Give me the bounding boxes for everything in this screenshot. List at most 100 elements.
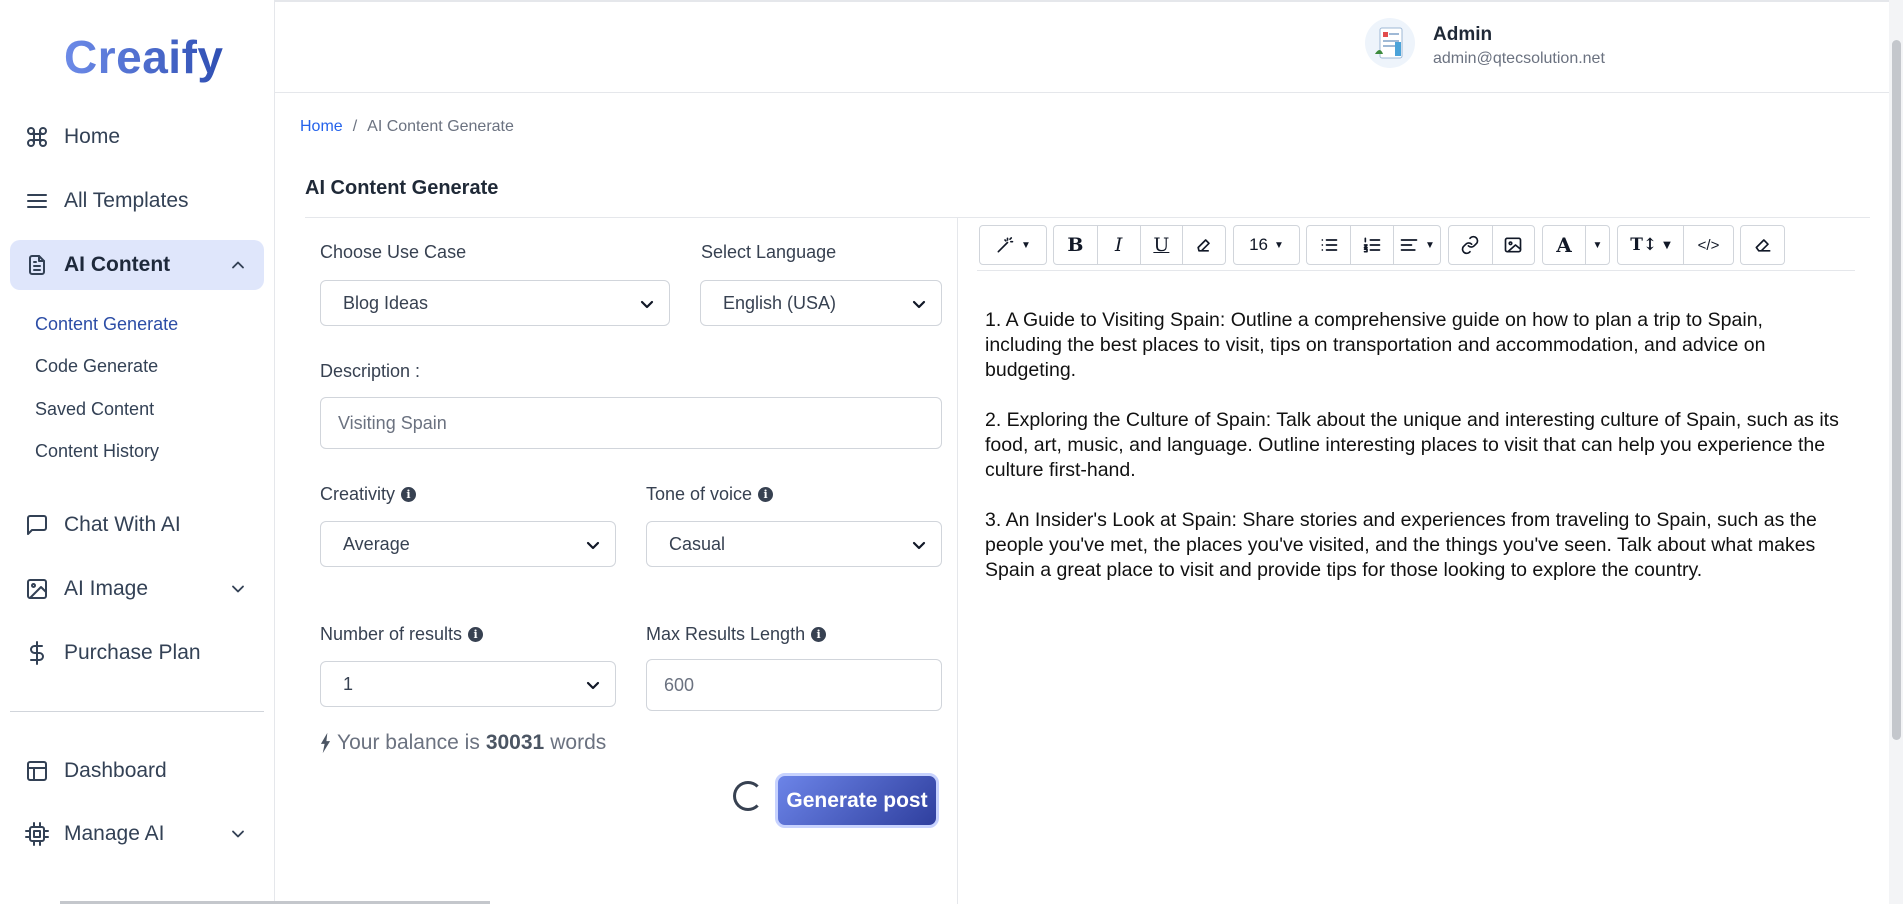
avatar[interactable] bbox=[1365, 18, 1415, 68]
breadcrumb: Home / AI Content Generate bbox=[300, 118, 514, 136]
tone-label-text: Tone of voice bbox=[646, 484, 753, 504]
align-button[interactable]: ▼ bbox=[1393, 226, 1440, 264]
sidebar-subitem-content-generate[interactable]: Content Generate bbox=[35, 314, 178, 335]
font-color-dropdown[interactable]: ▼ bbox=[1585, 226, 1609, 264]
text-style-button[interactable]: T↕ ▼ bbox=[1618, 226, 1683, 264]
toolbar-group-clear bbox=[1740, 225, 1785, 265]
max-length-label: Max Results Length i bbox=[646, 624, 827, 645]
sidebar-item-label: All Templates bbox=[64, 189, 189, 212]
breadcrumb-current: AI Content Generate bbox=[367, 118, 514, 135]
bullet-list-button[interactable] bbox=[1307, 226, 1350, 264]
breadcrumb-home-link[interactable]: Home bbox=[300, 118, 343, 135]
sidebar-item-all-templates[interactable]: All Templates bbox=[10, 176, 264, 226]
editor-paragraph: 2. Exploring the Culture of Spain: Talk … bbox=[985, 409, 1839, 481]
language-label: Select Language bbox=[701, 242, 837, 262]
results-value: 1 bbox=[343, 673, 354, 694]
language-select[interactable]: English (USA) bbox=[700, 280, 942, 326]
language-value: English (USA) bbox=[723, 292, 837, 313]
sidebar-item-chat-with-ai[interactable]: Chat With AI bbox=[10, 500, 264, 550]
column-divider bbox=[957, 218, 958, 904]
sidebar: Creaify Home All Templates AI Content Co… bbox=[0, 0, 275, 904]
sidebar-item-ai-content[interactable]: AI Content bbox=[10, 240, 264, 290]
results-select[interactable]: 1 bbox=[320, 661, 616, 707]
image-button[interactable] bbox=[1491, 226, 1535, 264]
results-label: Number of results i bbox=[320, 624, 484, 645]
balance-prefix: Your balance is bbox=[337, 731, 480, 754]
link-button[interactable] bbox=[1449, 226, 1492, 264]
user-name: Admin bbox=[1433, 24, 1493, 45]
chevron-down-icon bbox=[585, 677, 601, 693]
tone-select[interactable]: Casual bbox=[646, 521, 942, 567]
sidebar-subitem-saved-content[interactable]: Saved Content bbox=[35, 399, 154, 420]
clear-content-button[interactable] bbox=[1741, 226, 1784, 264]
generate-post-button[interactable]: Generate post bbox=[775, 773, 939, 828]
toolbar-group-fontsize: 16 ▼ bbox=[1233, 225, 1300, 265]
use-case-value: Blog Ideas bbox=[343, 292, 429, 313]
sidebar-item-label: Chat With AI bbox=[64, 513, 181, 536]
info-icon[interactable]: i bbox=[401, 487, 417, 502]
magic-wand-icon bbox=[997, 237, 1014, 253]
sidebar-item-ai-image[interactable]: AI Image bbox=[10, 564, 264, 614]
chevron-down-icon bbox=[911, 537, 927, 553]
creativity-value: Average bbox=[343, 533, 410, 554]
tone-label: Tone of voice i bbox=[646, 484, 774, 505]
max-length-placeholder: 600 bbox=[664, 674, 695, 695]
command-icon bbox=[24, 124, 50, 150]
toolbar-group-insert bbox=[1448, 225, 1535, 265]
editor-paragraph: 1. A Guide to Visiting Spain: Outline a … bbox=[985, 309, 1766, 381]
balance-info: Your balance is 30031 words bbox=[320, 731, 606, 755]
app-logo[interactable]: Creaify bbox=[64, 30, 223, 84]
font-size-select[interactable]: 16 ▼ bbox=[1234, 226, 1299, 264]
clear-format-button[interactable] bbox=[1182, 226, 1225, 264]
sidebar-item-label: Home bbox=[64, 125, 121, 148]
chevron-down-icon bbox=[639, 296, 655, 312]
max-length-input[interactable]: 600 bbox=[646, 659, 942, 711]
chevron-up-icon[interactable] bbox=[228, 255, 248, 275]
bold-button[interactable]: B bbox=[1054, 226, 1097, 264]
editor-paragraph: 3. An Insider's Look at Spain: Share sto… bbox=[985, 509, 1817, 581]
use-case-select[interactable]: Blog Ideas bbox=[320, 280, 670, 326]
editor-content[interactable]: 1. A Guide to Visiting Spain: Outline a … bbox=[985, 308, 1845, 608]
chat-icon bbox=[24, 512, 50, 538]
sidebar-item-purchase-plan[interactable]: Purchase Plan bbox=[10, 628, 264, 678]
scrollbar-thumb[interactable] bbox=[1892, 40, 1901, 740]
creativity-select[interactable]: Average bbox=[320, 521, 616, 567]
sidebar-item-dashboard[interactable]: Dashboard bbox=[10, 746, 264, 796]
sidebar-item-label: AI Image bbox=[64, 577, 149, 600]
image-icon bbox=[24, 576, 50, 602]
description-label: Description : bbox=[320, 361, 421, 381]
underline-button[interactable]: U bbox=[1139, 226, 1183, 264]
image-icon bbox=[1504, 237, 1522, 253]
bullet-list-icon bbox=[1321, 239, 1337, 251]
magic-wand-button[interactable]: ▼ bbox=[980, 226, 1046, 264]
font-size-value: 16 bbox=[1249, 235, 1268, 254]
italic-button[interactable]: I bbox=[1096, 226, 1140, 264]
menu-icon bbox=[24, 188, 50, 214]
balance-value: 30031 bbox=[485, 731, 545, 754]
sidebar-item-manage-ai[interactable]: Manage AI bbox=[10, 809, 264, 859]
font-color-button[interactable]: A bbox=[1543, 226, 1585, 264]
vertical-scrollbar[interactable] bbox=[1889, 0, 1903, 904]
chevron-down-icon[interactable] bbox=[228, 824, 248, 844]
description-input[interactable]: Visiting Spain bbox=[320, 397, 942, 449]
loading-spinner bbox=[733, 781, 763, 811]
max-length-label-text: Max Results Length bbox=[646, 624, 806, 644]
info-icon[interactable]: i bbox=[811, 627, 827, 642]
align-left-icon bbox=[1400, 239, 1418, 251]
chevron-down-icon[interactable] bbox=[228, 579, 248, 599]
sidebar-item-home[interactable]: Home bbox=[10, 112, 264, 162]
code-view-button[interactable]: </> bbox=[1683, 226, 1733, 264]
creativity-label-text: Creativity bbox=[320, 484, 396, 504]
user-email: admin@qtecsolution.net bbox=[1433, 50, 1605, 67]
info-icon[interactable]: i bbox=[758, 487, 774, 502]
info-icon[interactable]: i bbox=[468, 627, 484, 642]
creativity-label: Creativity i bbox=[320, 484, 417, 505]
cpu-icon bbox=[24, 821, 50, 847]
page-title: AI Content Generate bbox=[305, 177, 499, 199]
use-case-label: Choose Use Case bbox=[320, 242, 467, 262]
toolbar-group-magic: ▼ bbox=[979, 225, 1047, 265]
sidebar-subitem-content-history[interactable]: Content History bbox=[35, 441, 159, 462]
numbered-list-button[interactable] bbox=[1350, 226, 1393, 264]
eraser-icon bbox=[1197, 239, 1210, 252]
sidebar-subitem-code-generate[interactable]: Code Generate bbox=[35, 356, 158, 377]
